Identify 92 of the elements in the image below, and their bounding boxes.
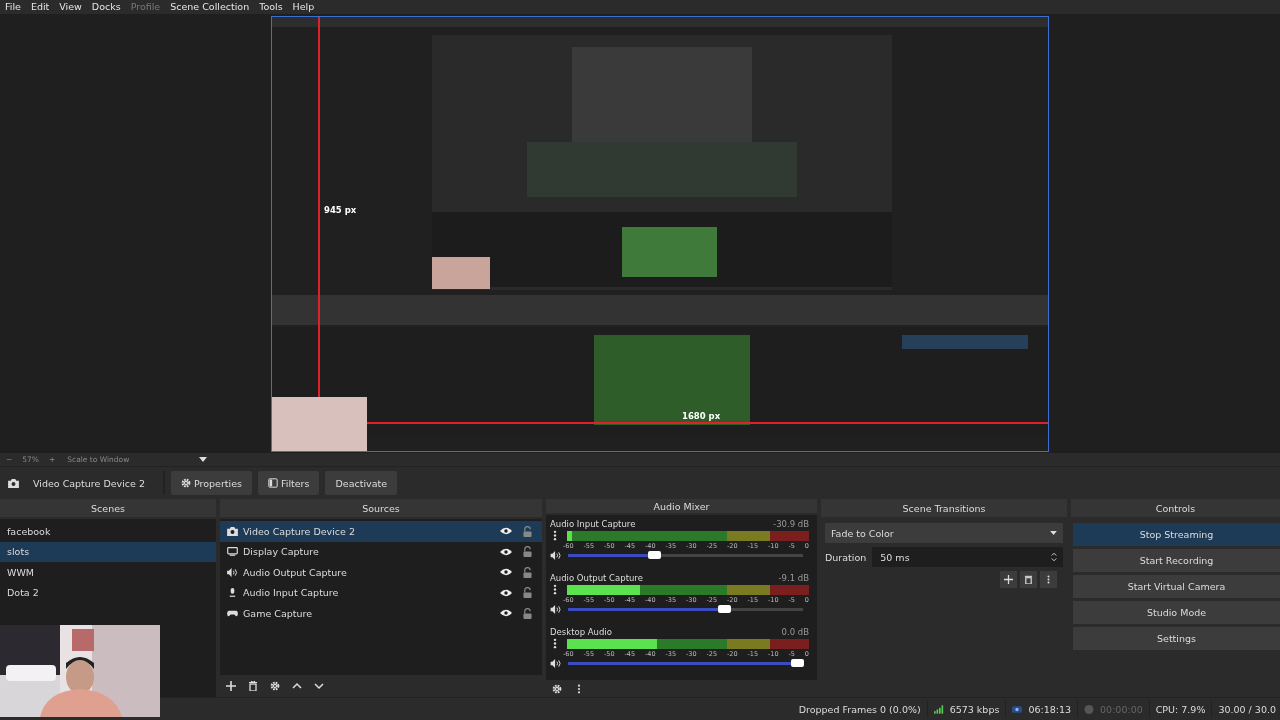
- volume-slider[interactable]: [568, 662, 803, 666]
- volume-slider[interactable]: [568, 608, 803, 612]
- menu-item[interactable]: Tools: [259, 1, 283, 13]
- stream-time: 06:18:13: [1028, 703, 1072, 715]
- cpu-usage: CPU: 7.9%: [1155, 703, 1206, 715]
- source-name: Display Capture: [243, 546, 320, 558]
- channel-name: Desktop Audio: [550, 627, 612, 638]
- speaker-icon: [227, 567, 238, 577]
- dropdown-icon: [1050, 531, 1057, 536]
- source-item[interactable]: Game Capture: [220, 603, 542, 624]
- lock-icon[interactable]: [523, 587, 532, 599]
- channel-name: Audio Output Capture: [550, 573, 643, 584]
- menu-item[interactable]: View: [59, 1, 82, 13]
- duration-label: Duration: [825, 551, 867, 563]
- dock-title: Sources: [220, 499, 542, 518]
- source-item[interactable]: Audio Input Capture: [220, 582, 542, 604]
- frame-rate: 30.00 / 30.0: [1218, 703, 1276, 715]
- source-name: Video Capture Device 2: [33, 477, 145, 489]
- gear-icon: [181, 478, 191, 489]
- lock-icon[interactable]: [523, 525, 532, 537]
- speaker-icon[interactable]: [550, 551, 562, 561]
- microphone-icon: [227, 588, 238, 598]
- scene-item[interactable]: WWM: [0, 562, 216, 583]
- control-button[interactable]: Studio Mode: [1073, 601, 1280, 625]
- eye-icon[interactable]: [500, 568, 512, 577]
- dock-title: Controls: [1071, 499, 1280, 518]
- source-name: Video Capture Device 2: [243, 525, 356, 537]
- dropped-frames: Dropped Frames 0 (0.0%): [798, 703, 921, 715]
- channel-name: Audio Input Capture: [550, 519, 636, 530]
- signal-icon: [933, 704, 944, 714]
- eye-icon[interactable]: [500, 588, 512, 597]
- guide-label: 945 px: [322, 204, 359, 215]
- transition-dropdown[interactable]: Fade to Color: [825, 523, 1063, 544]
- menu-dots-icon[interactable]: [553, 584, 557, 596]
- channel-reading: -9.1 dB: [778, 573, 809, 584]
- toolbar-button[interactable]: Deactivate: [325, 471, 398, 496]
- dock-title: Scenes: [0, 499, 216, 518]
- add-button[interactable]: [1000, 571, 1017, 589]
- source-name: Game Capture: [243, 607, 314, 619]
- delete-button[interactable]: [1020, 571, 1037, 589]
- more-button[interactable]: [1040, 571, 1057, 589]
- source-item[interactable]: Video Capture Device 2: [220, 521, 542, 542]
- scene-item[interactable]: facebook: [0, 521, 216, 542]
- menu-dots-icon[interactable]: [553, 638, 557, 650]
- menu-item[interactable]: Help: [292, 1, 315, 13]
- trash-icon: [1024, 575, 1033, 585]
- gamepad-icon: [227, 608, 238, 618]
- eye-icon[interactable]: [500, 609, 512, 618]
- lock-icon[interactable]: [523, 546, 532, 558]
- gear-icon[interactable]: [552, 683, 562, 694]
- move-down-icon[interactable]: [314, 681, 324, 692]
- control-button[interactable]: Start Virtual Camera: [1073, 575, 1280, 599]
- menu-item[interactable]: Edit: [30, 1, 50, 13]
- scene-item[interactable]: Dota 2: [0, 582, 216, 604]
- add-icon: [1004, 575, 1013, 585]
- lock-icon[interactable]: [523, 607, 532, 619]
- source-item[interactable]: Display Capture: [220, 541, 542, 563]
- scene-item[interactable]: slots: [0, 541, 216, 563]
- trash-icon[interactable]: [248, 681, 258, 692]
- channel-reading: -30.9 dB: [773, 519, 809, 530]
- gear-icon[interactable]: [270, 681, 280, 692]
- lock-icon[interactable]: [523, 566, 532, 578]
- menu-item[interactable]: Scene Collection: [170, 1, 250, 13]
- camera-icon: [8, 478, 19, 488]
- speaker-icon[interactable]: [550, 659, 562, 669]
- monitor-icon: [227, 547, 238, 557]
- spin-arrows-icon[interactable]: [1051, 552, 1057, 563]
- source-item[interactable]: Audio Output Capture: [220, 562, 542, 583]
- menu-item[interactable]: File: [5, 1, 21, 13]
- menu-item[interactable]: Docks: [91, 1, 121, 13]
- add-icon[interactable]: [226, 681, 236, 692]
- channel-reading: 0.0 dB: [781, 627, 809, 638]
- toolbar-button[interactable]: Filters: [258, 471, 320, 496]
- control-button[interactable]: Stop Streaming: [1073, 523, 1280, 547]
- source-name: Audio Input Capture: [243, 587, 340, 599]
- duration-field[interactable]: 50 ms: [872, 547, 1063, 568]
- source-name: Audio Output Capture: [243, 566, 348, 578]
- dock-title: Scene Transitions: [821, 499, 1067, 518]
- camera-icon: [227, 526, 238, 536]
- dock-title: Audio Mixer: [546, 499, 817, 514]
- menu-dots-icon[interactable]: [553, 530, 557, 542]
- toolbar-button[interactable]: Properties: [171, 471, 252, 496]
- guide-label: 1680 px: [680, 410, 723, 421]
- eye-icon[interactable]: [500, 547, 512, 556]
- dropdown-icon[interactable]: [199, 457, 208, 463]
- volume-slider[interactable]: [568, 554, 803, 558]
- filter-icon: [268, 478, 278, 489]
- control-button[interactable]: Settings: [1073, 627, 1280, 651]
- bitrate: 6573 kbps: [949, 703, 1000, 715]
- eye-icon[interactable]: [500, 527, 512, 536]
- control-button[interactable]: Start Recording: [1073, 549, 1280, 573]
- speaker-icon[interactable]: [550, 605, 562, 615]
